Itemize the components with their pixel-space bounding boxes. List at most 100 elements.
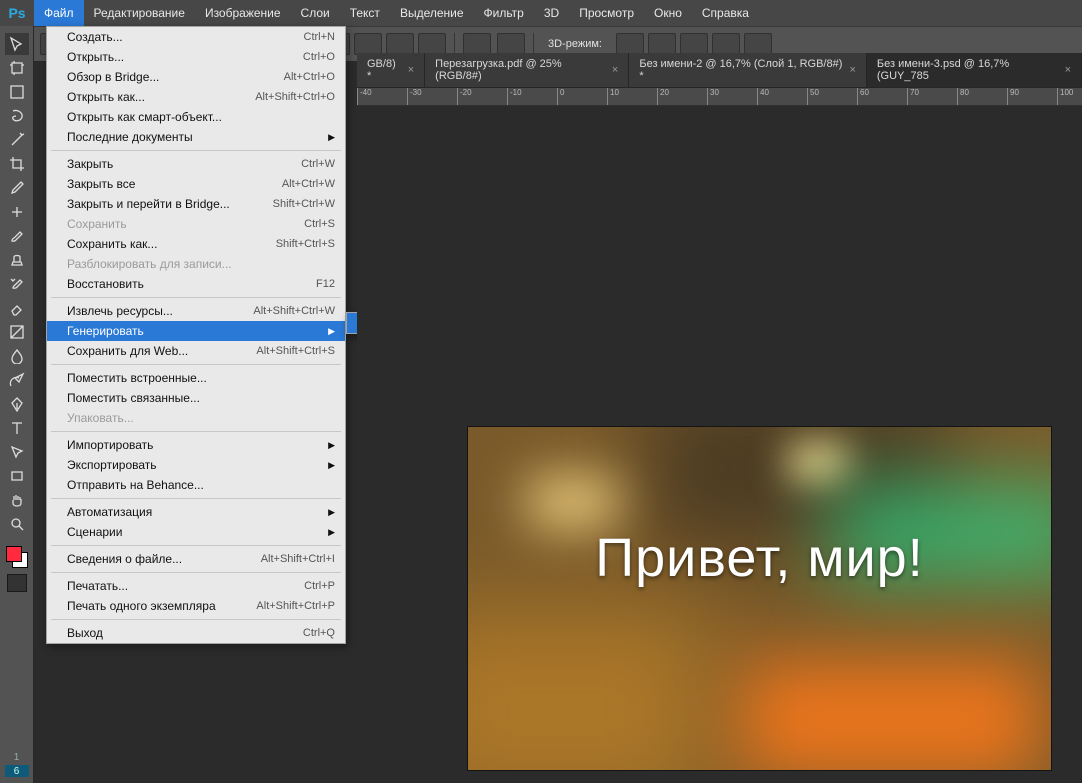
foreground-color-swatch[interactable] — [6, 546, 22, 562]
healing-brush-tool[interactable] — [5, 201, 29, 223]
artboard-tool[interactable] — [5, 57, 29, 79]
menu-item-label: Закрыть — [67, 157, 113, 171]
menu-файл[interactable]: Файл — [34, 0, 84, 26]
menu-item[interactable]: Поместить встроенные... — [47, 368, 345, 388]
menu-item[interactable]: ВыходCtrl+Q — [47, 623, 345, 643]
menu-изображение[interactable]: Изображение — [195, 0, 291, 26]
menu-item-label: Создать... — [67, 30, 123, 44]
document-tab[interactable]: Без имени-3.psd @ 16,7% (GUY_785× — [867, 53, 1082, 87]
menu-item-shortcut: Ctrl+N — [304, 31, 335, 43]
eraser-tool[interactable] — [5, 297, 29, 319]
type-tool[interactable] — [5, 417, 29, 439]
3d-slide-icon[interactable] — [712, 33, 740, 55]
hand-tool[interactable] — [5, 489, 29, 511]
document-canvas[interactable]: Привет, мир! — [467, 426, 1052, 771]
menu-item-shortcut: Alt+Ctrl+W — [282, 178, 335, 190]
menu-окно[interactable]: Окно — [644, 0, 692, 26]
zoom-tool[interactable] — [5, 513, 29, 535]
menu-item-label: Поместить связанные... — [67, 391, 200, 405]
magic-wand-tool[interactable] — [5, 129, 29, 151]
3d-orbit-icon[interactable] — [616, 33, 644, 55]
marquee-tool[interactable] — [5, 81, 29, 103]
menu-item-label: Автоматизация — [67, 505, 152, 519]
menu-item[interactable]: Генерировать▶ — [47, 321, 345, 341]
menu-item[interactable]: Сохранить как...Shift+Ctrl+S — [47, 234, 345, 254]
menu-item[interactable]: Закрыть Ctrl+W — [47, 154, 345, 174]
menu-редактирование[interactable]: Редактирование — [84, 0, 195, 26]
menu-item-label: Сохранить — [67, 217, 127, 231]
rectangle-tool[interactable] — [5, 465, 29, 487]
menu-item[interactable]: Экспортировать▶ — [47, 455, 345, 475]
menu-item-shortcut: Ctrl+W — [301, 158, 335, 170]
document-tab[interactable]: GB/8) *× — [357, 53, 425, 87]
menu-item[interactable]: Обзор в Bridge...Alt+Ctrl+O — [47, 67, 345, 87]
spacing-5-icon[interactable] — [386, 33, 414, 55]
arrange-2-icon[interactable] — [497, 33, 525, 55]
menu-item[interactable]: Сохранить для Web...Alt+Shift+Ctrl+S — [47, 341, 345, 361]
menu-фильтр[interactable]: Фильтр — [474, 0, 534, 26]
menu-item[interactable]: Печать одного экземпляраAlt+Shift+Ctrl+P — [47, 596, 345, 616]
move-tool[interactable] — [5, 33, 29, 55]
blur-tool[interactable] — [5, 345, 29, 367]
document-tab[interactable]: Без имени-2 @ 16,7% (Слой 1, RGB/8#) *× — [629, 53, 867, 87]
brush-tool[interactable] — [5, 225, 29, 247]
lasso-tool[interactable] — [5, 105, 29, 127]
close-tab-icon[interactable]: × — [1065, 64, 1071, 76]
crop-tool[interactable] — [5, 153, 29, 175]
document-tab[interactable]: Перезагрузка.pdf @ 25% (RGB/8#)× — [425, 53, 629, 87]
close-tab-icon[interactable]: × — [849, 64, 855, 76]
menu-item[interactable]: Открыть как смарт-объект... — [47, 107, 345, 127]
3d-pan-icon[interactable] — [680, 33, 708, 55]
3d-scale-icon[interactable] — [744, 33, 772, 55]
menu-item-label: Извлечь ресурсы... — [67, 304, 173, 318]
menu-item[interactable]: Закрыть и перейти в Bridge...Shift+Ctrl+… — [47, 194, 345, 214]
menu-item[interactable]: Последние документы ▶ — [47, 127, 345, 147]
path-selection-tool[interactable] — [5, 441, 29, 463]
menu-item-shortcut: Ctrl+P — [304, 580, 335, 592]
menu-item-label: Закрыть и перейти в Bridge... — [67, 197, 230, 211]
menu-просмотр[interactable]: Просмотр — [569, 0, 644, 26]
gradient-tool[interactable] — [5, 321, 29, 343]
menu-item[interactable]: Сценарии▶ — [47, 522, 345, 542]
close-tab-icon[interactable]: × — [612, 64, 618, 76]
menu-item[interactable]: Создать... Ctrl+N — [47, 27, 345, 47]
menu-item-label: Разблокировать для записи... — [67, 257, 232, 271]
submenu-arrow-icon: ▶ — [328, 132, 335, 143]
menu-текст[interactable]: Текст — [340, 0, 390, 26]
menu-слои[interactable]: Слои — [291, 0, 340, 26]
submenu-arrow-icon: ▶ — [328, 507, 335, 518]
menu-item[interactable]: Сведения о файле...Alt+Shift+Ctrl+I — [47, 549, 345, 569]
menu-item[interactable]: Извлечь ресурсы...Alt+Shift+Ctrl+W — [47, 301, 345, 321]
arrange-1-icon[interactable] — [463, 33, 491, 55]
spacing-4-icon[interactable] — [354, 33, 382, 55]
dodge-tool[interactable] — [5, 369, 29, 391]
color-swatch[interactable] — [6, 546, 28, 568]
menu-item-label: Закрыть все — [67, 177, 135, 191]
ruler-tick: -20 — [457, 88, 472, 106]
menu-item[interactable]: Импортировать▶ — [47, 435, 345, 455]
menu-справка[interactable]: Справка — [692, 0, 759, 26]
pen-tool[interactable] — [5, 393, 29, 415]
quick-mask-toggle[interactable] — [7, 574, 27, 592]
spacing-6-icon[interactable] — [418, 33, 446, 55]
history-brush-tool[interactable] — [5, 273, 29, 295]
menu-item[interactable]: Поместить связанные... — [47, 388, 345, 408]
menu-item[interactable]: Печатать...Ctrl+P — [47, 576, 345, 596]
menu-item-label: Последние документы — [67, 130, 193, 144]
close-tab-icon[interactable]: × — [408, 64, 414, 76]
submenu-arrow-icon: ▶ — [328, 460, 335, 471]
3d-roll-icon[interactable] — [648, 33, 676, 55]
ruler-tick: 10 — [607, 88, 619, 106]
clone-stamp-tool[interactable] — [5, 249, 29, 271]
eyedropper-tool[interactable] — [5, 177, 29, 199]
menu-3d[interactable]: 3D — [534, 0, 569, 26]
menu-item[interactable]: ВосстановитьF12 — [47, 274, 345, 294]
menu-item[interactable]: Отправить на Behance... — [47, 475, 345, 495]
menu-выделение[interactable]: Выделение — [390, 0, 474, 26]
menu-item[interactable]: Открыть как...Alt+Shift+Ctrl+O — [47, 87, 345, 107]
ruler-tick: -40 — [357, 88, 372, 106]
horizontal-ruler: -40-30-20-100102030405060708090100 — [357, 88, 1082, 106]
menu-item[interactable]: Закрыть все Alt+Ctrl+W — [47, 174, 345, 194]
menu-item[interactable]: Автоматизация ▶ — [47, 502, 345, 522]
menu-item[interactable]: Открыть...Ctrl+O — [47, 47, 345, 67]
